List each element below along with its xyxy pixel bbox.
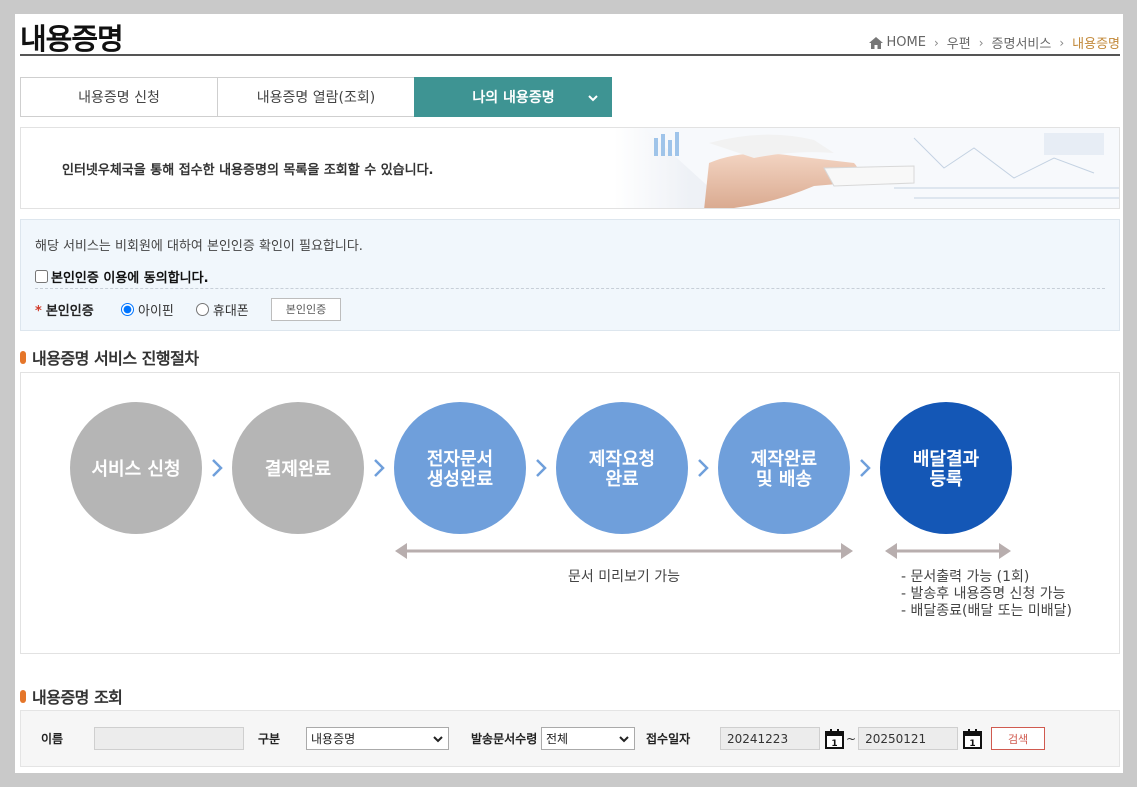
process-step-2-label: 결제완료 [265,459,331,480]
chevron-down-icon [433,735,443,742]
process-diagram: 서비스 신청 결제완료 전자문서생성완료 제작요청완료 제작완료및 배송 배달결과등록 문… [70,402,1072,619]
search-button[interactable]: 검색 [991,727,1046,750]
process-step-6-label: 배달결과 [913,449,980,470]
search-section-title: 내용증명 조회 [20,684,123,708]
radio-ipin[interactable]: 아이핀 [121,300,174,319]
chevron-right-icon [698,459,709,477]
identity-verification-box: 해당 서비스는 비회원에 대하여 본인인증 확인이 필요합니다. 본인인증 이용… [20,219,1120,331]
search-section-title-text: 내용증명 조회 [32,688,123,707]
process-step-6-label: 등록 [929,469,962,490]
radio-phone[interactable]: 휴대폰 [195,300,249,319]
process-step-3-label: 생성완료 [427,469,493,490]
preview-range-left-arrow-icon [395,543,407,559]
count-select[interactable]: 전체 [541,727,635,750]
auth-method-label: * 본인인증 [35,300,121,319]
preview-range-right-arrow-icon [841,543,853,559]
agree-checkbox-label[interactable]: 본인인증 이용에 동의합니다. [35,267,209,286]
svg-text:1: 1 [969,739,975,749]
count-field-group: 발송문서수령 [471,727,537,750]
chevron-right-icon [374,459,385,477]
result-range-left-arrow-icon [885,543,897,559]
breadcrumb-home[interactable]: HOME [887,35,926,50]
process-step-5-label: 제작완료 [751,449,817,470]
date-range-tilde: ~ [846,731,857,746]
radio-phone-input[interactable] [195,302,209,316]
name-label: 이름 [41,732,64,746]
auth-notice: 해당 서비스는 비회원에 대하여 본인인증 확인이 필요합니다. [35,239,363,254]
tab-apply[interactable]: 내용증명 신청 [20,77,217,117]
breadcrumb: HOME › 우편 › 증명서비스 › 내용증명 [868,33,1120,52]
home-icon[interactable] [868,36,883,49]
type-label: 구분 [258,732,281,746]
page: 내용증명 HOME › 우편 › 증명서비스 › 내용증명 내용증명 신청 내용… [15,14,1123,773]
process-step-5-label: 및 배송 [756,469,812,490]
result-note-3: - 배달종료(배달 또는 미배달) [901,603,1072,619]
count-label: 발송문서수령 [471,732,538,746]
date-field-group: 접수일자 [646,727,690,750]
divider [35,288,1105,289]
tab-view[interactable]: 내용증명 열람(조회) [217,77,414,117]
name-input-wrap [94,727,244,750]
name-field-group: 이름 [41,727,63,750]
count-select-value: 전체 [546,732,569,746]
process-section-title: 내용증명 서비스 진행절차 [20,345,199,369]
section-bullet-icon [20,350,26,364]
chevron-down-icon [619,735,629,742]
count-select-wrap: 전체 [541,727,635,750]
chevron-right-icon: › [978,35,984,50]
breadcrumb-certificate[interactable]: 증명서비스 [992,33,1052,52]
result-note-1: - 문서출력 가능 (1회) [901,569,1029,585]
name-input[interactable] [94,727,244,750]
verify-button[interactable]: 본인인증 [270,297,342,321]
breadcrumb-current[interactable]: 내용증명 [1072,33,1120,52]
date-to-input[interactable] [858,727,959,750]
result-note-2: - 발송후 내용증명 신청 가능 [901,586,1066,602]
process-step-1-label: 서비스 신청 [91,459,180,480]
type-select-wrap: 내용증명 [306,727,449,750]
tab-my-certificates-label: 나의 내용증명 [472,90,555,106]
type-field-group: 구분 [258,727,280,750]
page-title: 내용증명 [20,22,124,56]
tab-bar: 내용증명 신청 내용증명 열람(조회) 나의 내용증명 [20,77,612,117]
chevron-right-icon: › [933,35,939,50]
calendar-icon[interactable]: 1 [963,728,983,749]
auth-method-row: * 본인인증 아이핀 휴대폰 본인인증 [35,297,342,321]
radio-ipin-input[interactable] [121,302,134,316]
type-select-value: 내용증명 [311,732,356,746]
svg-text:1: 1 [831,739,837,749]
type-select[interactable]: 내용증명 [306,727,449,750]
search-form: 이름 구분 내용증명 발송문서수령 전체 접수일자 20241223 1 ~ 2… [20,710,1120,767]
process-step-4-label: 제작요청 [589,449,655,470]
agree-checkbox[interactable] [35,270,48,283]
chevron-right-icon: › [1059,35,1065,50]
result-range-right-arrow-icon [999,543,1011,559]
date-from-input[interactable] [720,727,820,750]
tab-my-certificates[interactable]: 나의 내용증명 [414,77,612,117]
process-step-3-label: 전자문서 [427,449,493,470]
preview-caption: 문서 미리보기 가능 [568,569,680,585]
info-banner: 인터넷우체국을 통해 접수한 내용증명의 목록을 조회할 수 있습니다. [20,127,1120,209]
chevron-down-icon [588,95,598,102]
breadcrumb-post[interactable]: 우편 [947,33,971,52]
chevron-right-icon [536,459,547,477]
chevron-right-icon [860,459,871,477]
date-label: 접수일자 [646,732,691,746]
radio-phone-label: 휴대폰 [212,303,249,319]
required-star: * [35,303,42,319]
agree-text: 본인인증 이용에 동의합니다. [51,271,209,286]
date-range-wrap: 1 ~ 1 검색 [720,727,1046,750]
process-step-4-label: 완료 [605,469,638,490]
banner-text: 인터넷우체국을 통해 접수한 내용증명의 목록을 조회할 수 있습니다. [62,163,434,178]
process-section-title-text: 내용증명 서비스 진행절차 [32,349,199,368]
chevron-right-icon [212,459,223,477]
auth-method-label-text: 본인인증 [45,303,94,319]
radio-ipin-label: 아이핀 [138,303,174,319]
title-bar: 내용증명 HOME › 우편 › 증명서비스 › 내용증명 [20,14,1120,56]
calendar-icon[interactable]: 1 [825,728,844,749]
process-box: 서비스 신청 결제완료 전자문서 생성완료 제작요청 완료 제작완료 및 배송 배달결과 등록 문… [20,372,1120,654]
section-bullet-icon [20,689,26,703]
banner-hand-document-image [614,128,1119,208]
